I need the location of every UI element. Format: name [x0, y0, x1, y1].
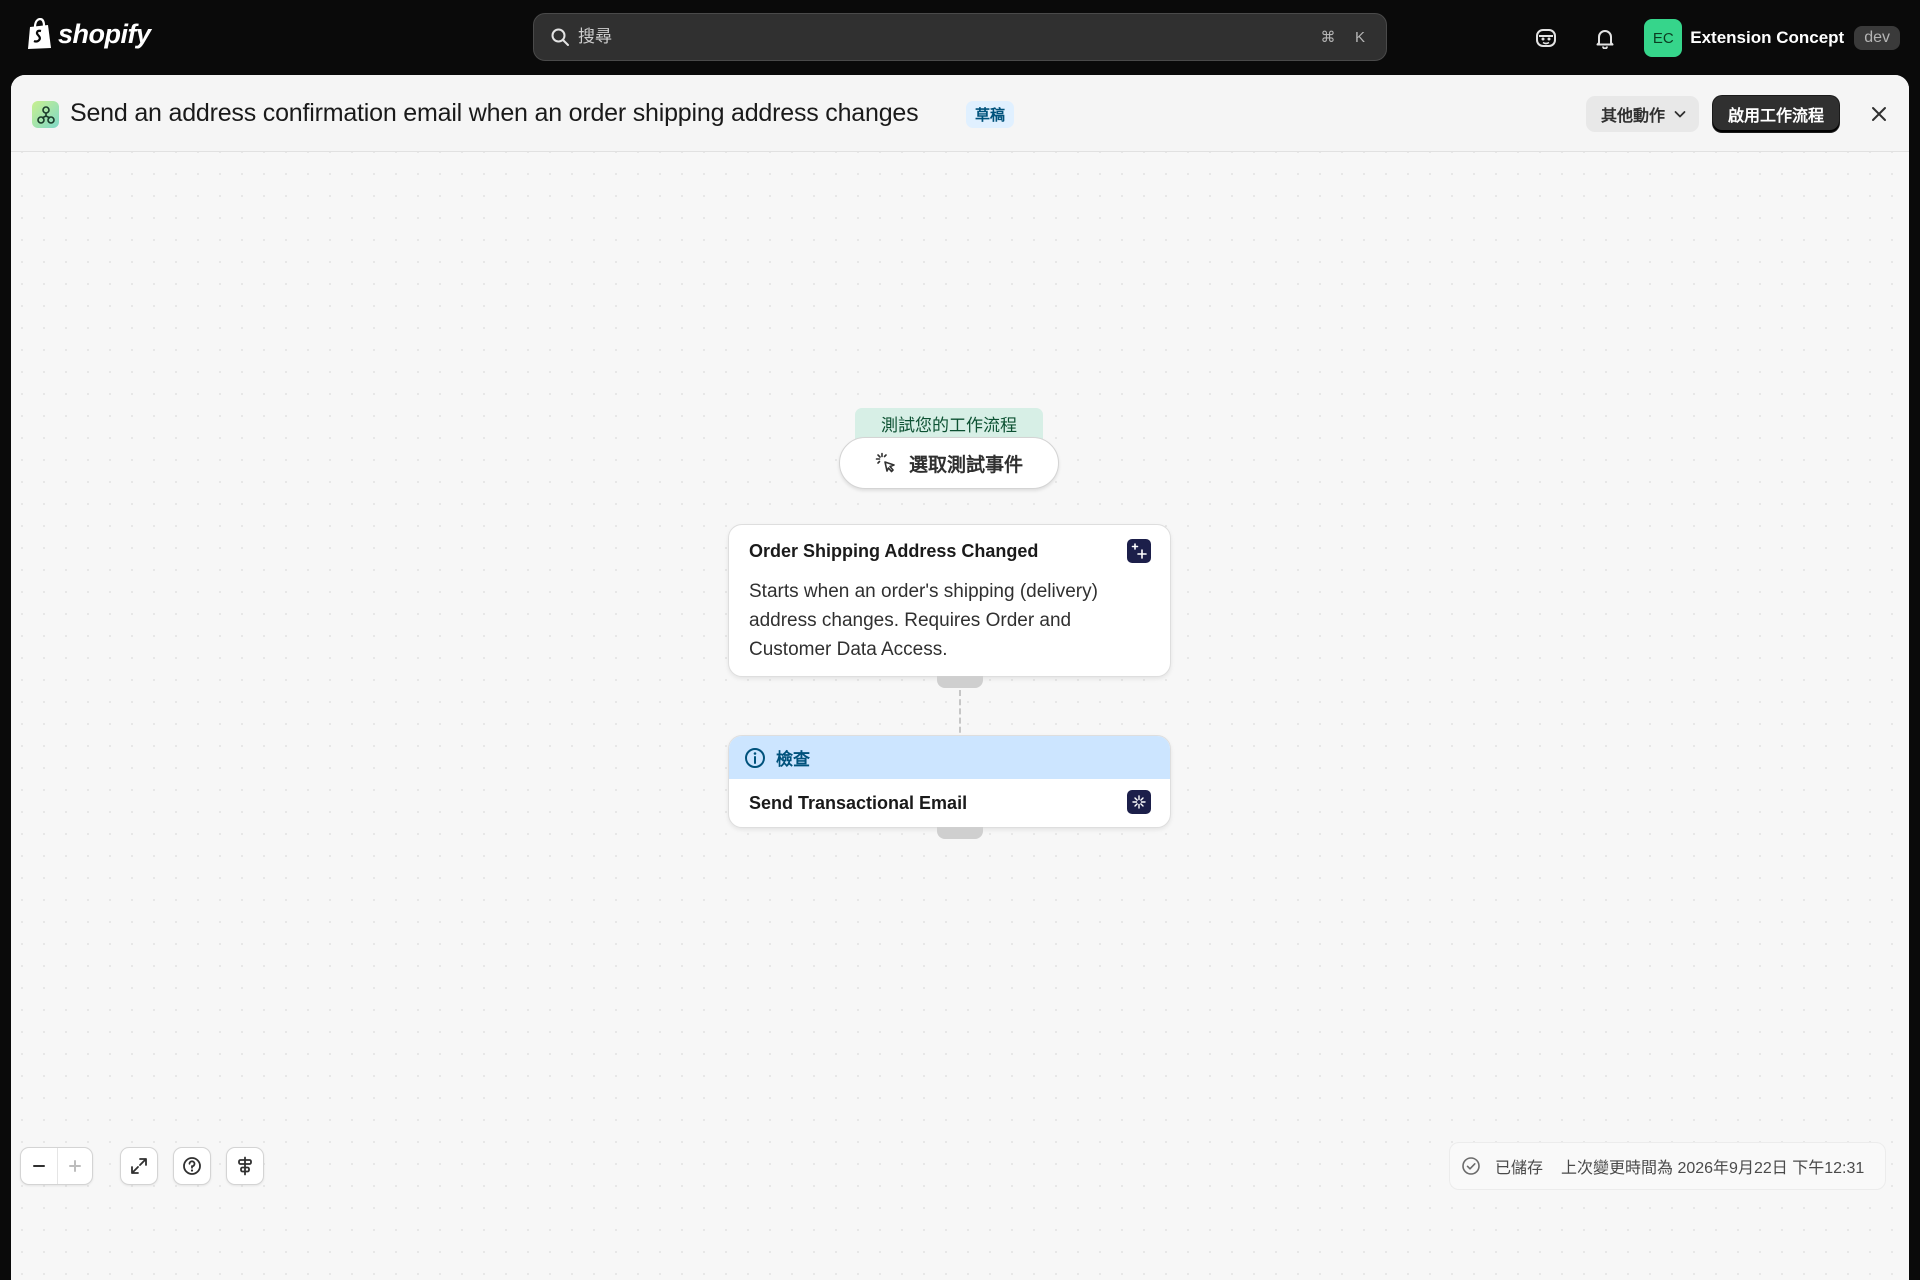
- top-bar: shopify ⌘ K EC Extensio: [0, 0, 1920, 75]
- cursor-click-icon: [875, 452, 895, 473]
- close-button[interactable]: [1864, 99, 1894, 129]
- shortcut-cmd-key: ⌘: [1320, 29, 1336, 46]
- store-switcher[interactable]: EC Extension Concept dev: [1644, 19, 1900, 57]
- action-title: Send Transactional Email: [749, 793, 968, 813]
- page-title: Send an address confirmation email when …: [70, 99, 919, 127]
- sidekick-button[interactable]: [1526, 18, 1566, 58]
- saved-label: 已儲存: [1495, 1160, 1544, 1177]
- trigger-card[interactable]: Order Shipping Address Changed Starts wh…: [728, 524, 1171, 677]
- connector-handle-bottom[interactable]: [937, 827, 983, 839]
- select-test-event-label: 選取測試事件: [908, 454, 1023, 476]
- shortcut-k-key: K: [1354, 28, 1365, 46]
- zoom-controls: [20, 1147, 93, 1185]
- search-icon: [548, 25, 572, 49]
- sparkle-icon: [1127, 790, 1151, 814]
- editor-header: Send an address confirmation email when …: [11, 75, 1909, 152]
- connector-handle[interactable]: [937, 676, 983, 688]
- close-icon: [1872, 107, 1886, 121]
- chevron-down-icon: [1674, 111, 1686, 118]
- action-card[interactable]: 檢查 Send Transactional Email: [728, 735, 1171, 828]
- zoom-out-button[interactable]: [21, 1148, 57, 1184]
- top-right-actions: EC Extension Concept dev: [1526, 18, 1900, 58]
- check-circle-icon: [1462, 1157, 1480, 1175]
- notifications-button[interactable]: [1585, 18, 1625, 58]
- shopify-bag-icon: [28, 18, 51, 49]
- test-workflow-label: 測試您的工作流程: [855, 408, 1043, 439]
- store-avatar: EC: [1644, 19, 1683, 57]
- plus-icon: [68, 1160, 81, 1172]
- expand-icon: [131, 1158, 147, 1174]
- sidekick-icon: [1536, 29, 1557, 47]
- more-actions-label: 其他動作: [1601, 108, 1666, 125]
- sparkle-add-icon: [1127, 539, 1151, 563]
- save-status: 已儲存 上次變更時間為 2026年9月22日 下午12:31: [1449, 1142, 1886, 1190]
- activate-workflow-button[interactable]: 啟用工作流程: [1713, 96, 1840, 132]
- help-button[interactable]: [173, 1147, 211, 1185]
- trigger-description: Starts when an order's shipping (deliver…: [749, 581, 1098, 660]
- last-modified-text: 上次變更時間為 2026年9月22日 下午12:31: [1561, 1160, 1865, 1177]
- fit-view-button[interactable]: [120, 1147, 158, 1185]
- review-banner: 檢查: [729, 736, 1170, 779]
- keyboard-shortcut: ⌘ K: [1316, 25, 1372, 49]
- status-badge: 草稿: [966, 101, 1015, 128]
- more-actions-button[interactable]: 其他動作: [1586, 96, 1700, 132]
- store-name: Extension Concept: [1690, 28, 1845, 47]
- bell-icon: [1596, 30, 1614, 49]
- dev-badge: dev: [1854, 26, 1900, 50]
- info-icon: [745, 747, 765, 768]
- select-test-event-button[interactable]: 選取測試事件: [839, 437, 1059, 489]
- logo-text: shopify: [58, 18, 151, 49]
- arrange-button[interactable]: [226, 1147, 264, 1185]
- zoom-in-button[interactable]: [56, 1148, 93, 1184]
- search-bar[interactable]: ⌘ K: [533, 13, 1387, 61]
- minus-icon: [32, 1165, 45, 1167]
- search-input[interactable]: [578, 27, 1316, 47]
- shopify-logo[interactable]: shopify: [26, 18, 151, 50]
- align-icon: [238, 1156, 252, 1176]
- question-icon: [183, 1157, 201, 1175]
- trigger-title: Order Shipping Address Changed: [749, 541, 1039, 561]
- review-label: 檢查: [776, 750, 810, 769]
- flow-app-icon: [32, 101, 59, 128]
